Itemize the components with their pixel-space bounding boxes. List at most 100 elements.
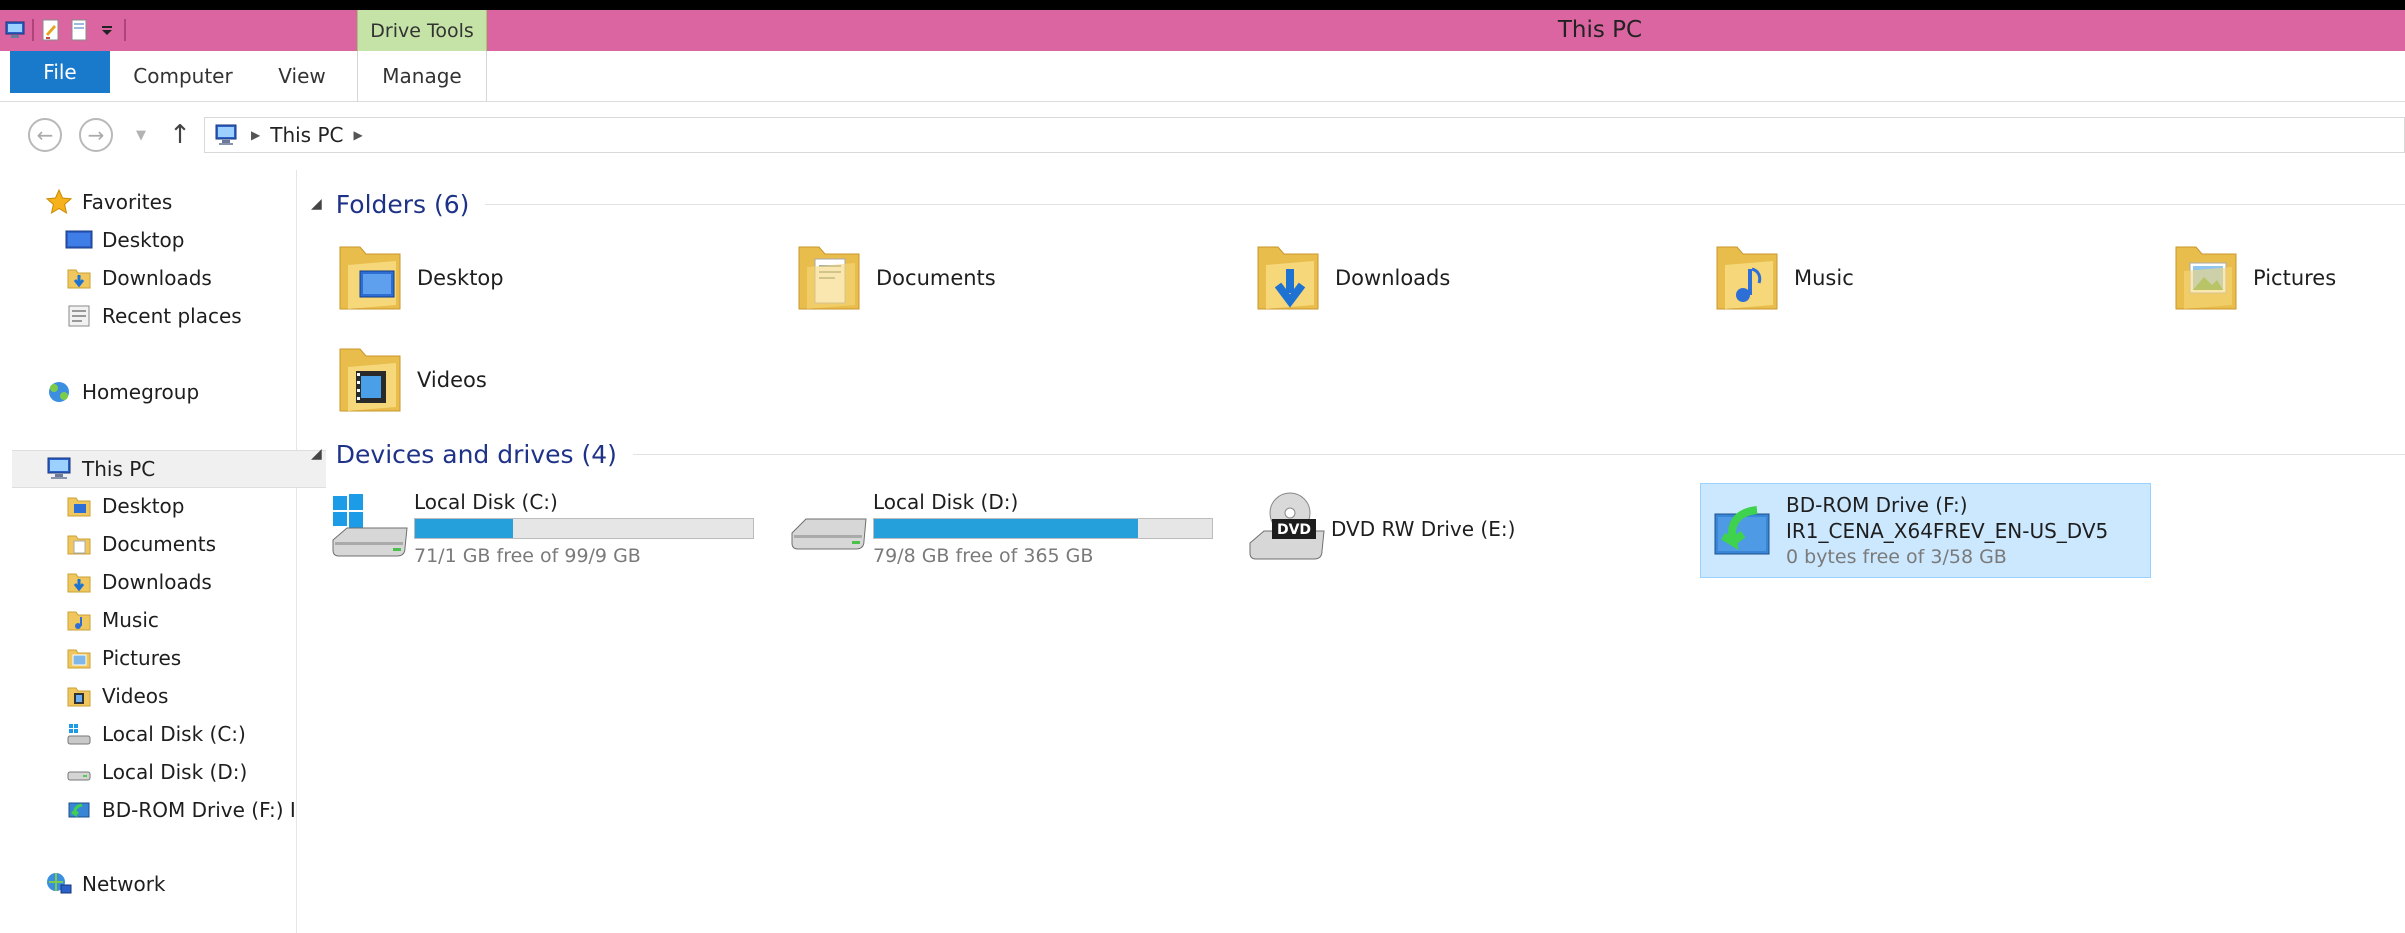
nav-thispc-local-disk-c[interactable]: Local Disk (C:) xyxy=(0,716,296,752)
drive-name: Local Disk (C:) xyxy=(414,489,558,514)
folder-tile-pictures[interactable]: Pictures xyxy=(2169,238,2336,318)
nav-favorites-recent-places[interactable]: Recent places xyxy=(0,298,296,334)
nav-label: Music xyxy=(102,608,159,632)
content-view: ◢ Folders (6) Desktop Documents Download… xyxy=(297,170,2405,933)
nav-thispc-bd-rom-f[interactable]: BD-ROM Drive (F:) IR1_CENA_X64FREV_EN-US… xyxy=(0,792,296,828)
folder-tile-downloads[interactable]: Downloads xyxy=(1251,238,1450,318)
up-button[interactable]: ↑ xyxy=(165,118,195,152)
nav-label: Desktop xyxy=(102,494,185,518)
forward-button[interactable]: → xyxy=(79,118,113,152)
drive-tile-d[interactable]: Local Disk (D:) 79/8 GB free of 365 GB xyxy=(788,481,1213,576)
nav-thispc-local-disk-d[interactable]: Local Disk (D:) xyxy=(0,754,296,790)
downloads-folder-icon xyxy=(1251,238,1327,318)
drive-usage-bar xyxy=(414,517,754,539)
network-icon xyxy=(44,869,74,899)
drive-info: Local Disk (D:) 79/8 GB free of 365 GB xyxy=(873,489,1213,569)
drive-tile-c[interactable]: Local Disk (C:) 71/1 GB free of 99/9 GB xyxy=(329,481,754,576)
breadcrumb-separator-icon[interactable]: ▶ xyxy=(354,128,363,142)
folder-tile-desktop[interactable]: Desktop xyxy=(333,238,504,318)
nav-label: Network xyxy=(82,872,166,896)
music-folder-icon xyxy=(64,605,94,635)
breadcrumb-separator-icon[interactable]: ▶ xyxy=(251,128,260,142)
folders-group-header[interactable]: ◢ Folders (6) xyxy=(311,186,2405,222)
nav-favorites[interactable]: Favorites xyxy=(0,184,296,220)
homegroup-icon xyxy=(44,377,74,407)
nav-thispc-desktop[interactable]: Desktop xyxy=(0,488,296,524)
group-title: Folders (6) xyxy=(335,189,470,219)
folder-tile-videos[interactable]: Videos xyxy=(333,340,487,420)
drive-name: BD-ROM Drive (F:) xyxy=(1786,492,1968,517)
desktop-folder-icon xyxy=(64,491,94,521)
nav-label: Downloads xyxy=(102,266,212,290)
collapse-caret-icon[interactable]: ◢ xyxy=(311,196,322,212)
bd-rom-drive-icon xyxy=(64,795,94,825)
toolbar-separator xyxy=(124,19,126,41)
downloads-folder-icon xyxy=(64,567,94,597)
address-bar[interactable]: ▶ This PC ▶ xyxy=(204,117,2405,153)
new-folder-icon[interactable] xyxy=(68,19,90,41)
back-button[interactable]: ← xyxy=(28,118,62,152)
drive-free-space: 0 bytes free of 3/58 GB xyxy=(1786,545,2007,568)
system-drive-icon xyxy=(329,484,409,574)
nav-thispc-downloads[interactable]: Downloads xyxy=(0,564,296,600)
folder-tile-music[interactable]: Music xyxy=(1710,238,1854,318)
nav-label: This PC xyxy=(82,457,156,481)
navigation-pane: Favorites Desktop Downloads Recent place… xyxy=(0,170,326,933)
nav-label: Downloads xyxy=(102,570,212,594)
system-drive-icon xyxy=(64,719,94,749)
nav-label: Local Disk (C:) xyxy=(102,722,246,746)
recent-places-icon xyxy=(64,301,94,331)
nav-thispc-videos[interactable]: Videos xyxy=(0,678,296,714)
nav-label: Pictures xyxy=(102,646,182,670)
nav-label: BD-ROM Drive (F:) IR1_CENA_X64FREV_EN-US… xyxy=(102,798,296,822)
customize-dropdown-icon[interactable] xyxy=(96,19,118,41)
downloads-folder-icon xyxy=(64,263,94,293)
nav-homegroup[interactable]: Homegroup xyxy=(0,374,296,410)
tab-file[interactable]: File xyxy=(10,51,110,93)
collapse-caret-icon[interactable]: ◢ xyxy=(311,446,322,462)
desktop-icon xyxy=(64,225,94,255)
quick-access-toolbar xyxy=(4,14,126,46)
folder-tile-documents[interactable]: Documents xyxy=(792,238,996,318)
devices-group-header[interactable]: ◢ Devices and drives (4) xyxy=(311,436,2405,472)
drive-tile-f[interactable]: BD-ROM Drive (F:) IR1_CENA_X64FREV_EN-US… xyxy=(1700,483,2151,578)
drive-usage-bar xyxy=(873,517,1213,539)
tab-view[interactable]: View xyxy=(258,51,346,101)
nav-favorites-downloads[interactable]: Downloads xyxy=(0,260,296,296)
drive-info: DVD RW Drive (E:) xyxy=(1331,516,1515,542)
star-icon xyxy=(44,187,74,217)
drive-info: BD-ROM Drive (F:) IR1_CENA_X64FREV_EN-US… xyxy=(1786,492,2108,570)
title-bar: Drive Tools This PC xyxy=(0,10,2405,51)
explorer-window: Drive Tools This PC File Computer View M… xyxy=(0,10,2405,933)
videos-folder-icon xyxy=(64,681,94,711)
nav-favorites-desktop[interactable]: Desktop xyxy=(0,222,296,258)
folder-label: Downloads xyxy=(1335,266,1451,290)
hard-drive-icon xyxy=(788,484,868,574)
nav-network[interactable]: Network xyxy=(0,866,296,902)
pictures-folder-icon xyxy=(2169,238,2245,318)
drive-free-space: 71/1 GB free of 99/9 GB xyxy=(414,544,641,567)
folder-label: Music xyxy=(1794,266,1854,290)
properties-icon[interactable] xyxy=(40,19,62,41)
recent-locations-dropdown[interactable]: ▼ xyxy=(131,122,151,148)
computer-icon[interactable] xyxy=(4,19,26,41)
nav-this-pc[interactable]: This PC xyxy=(12,450,326,488)
tab-computer[interactable]: Computer xyxy=(118,51,248,101)
pictures-folder-icon xyxy=(64,643,94,673)
bd-rom-drive-icon xyxy=(1701,486,1781,576)
nav-thispc-documents[interactable]: Documents xyxy=(0,526,296,562)
nav-thispc-music[interactable]: Music xyxy=(0,602,296,638)
nav-thispc-pictures[interactable]: Pictures xyxy=(0,640,296,676)
documents-folder-icon xyxy=(64,529,94,559)
this-pc-icon xyxy=(211,122,241,148)
navigation-bar: ← → ▼ ↑ ▶ This PC ▶ xyxy=(0,102,2405,170)
arrow-right-icon: → xyxy=(87,123,105,147)
music-folder-icon xyxy=(1710,238,1786,318)
drive-free-space: 79/8 GB free of 365 GB xyxy=(873,544,1094,567)
desktop-folder-icon xyxy=(333,238,409,318)
dvd-logo-text: DVD xyxy=(1277,522,1311,538)
breadcrumb-this-pc[interactable]: This PC xyxy=(270,123,343,147)
tab-manage[interactable]: Manage xyxy=(357,51,487,101)
drive-tile-e[interactable]: DVD DVD RW Drive (E:) xyxy=(1246,481,1515,576)
drive-usage-fill xyxy=(874,518,1138,538)
